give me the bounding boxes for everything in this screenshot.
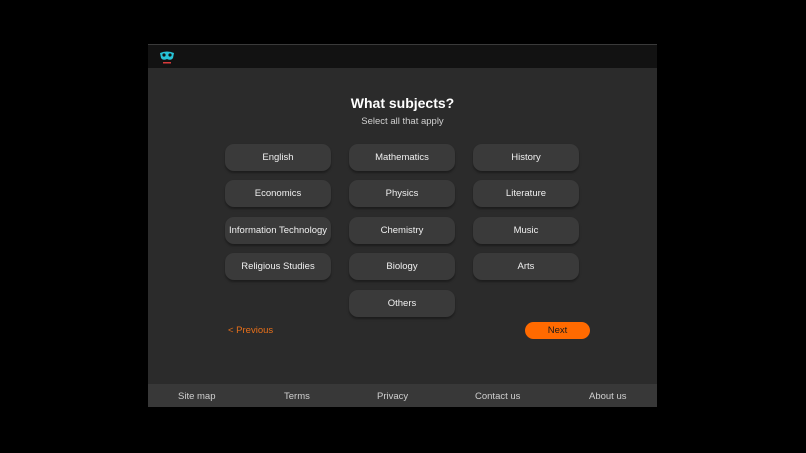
page-title: What subjects?	[350, 95, 455, 111]
subject-chip-music[interactable]: Music	[473, 217, 579, 244]
footer-link-about-us[interactable]: About us	[589, 391, 627, 402]
subject-chip-physics[interactable]: Physics	[349, 180, 455, 207]
subject-chip-history[interactable]: History	[473, 144, 579, 171]
subject-chip-mathematics[interactable]: Mathematics	[349, 144, 455, 171]
subject-chip-biology[interactable]: Biology	[349, 253, 455, 280]
header-bar	[148, 44, 657, 68]
subject-chip-chemistry[interactable]: Chemistry	[349, 217, 455, 244]
subject-chip-religious-studies[interactable]: Religious Studies	[225, 253, 331, 280]
page-subtitle: Select all that apply	[361, 116, 444, 127]
subject-chip-others[interactable]: Others	[349, 290, 455, 317]
footer-bar: Site map Terms Privacy Contact us About …	[148, 384, 657, 407]
subject-chip-literature[interactable]: Literature	[473, 180, 579, 207]
next-button[interactable]: Next	[525, 322, 590, 339]
subject-chip-economics[interactable]: Economics	[225, 180, 331, 207]
subject-chip-arts[interactable]: Arts	[473, 253, 579, 280]
footer-link-privacy[interactable]: Privacy	[377, 391, 408, 402]
footer-link-terms[interactable]: Terms	[284, 391, 310, 402]
subject-chip-information-technology[interactable]: Information Technology	[225, 217, 331, 244]
mask-logo-icon[interactable]	[158, 48, 176, 66]
footer-link-site-map[interactable]: Site map	[178, 391, 216, 402]
subject-selection-panel: What subjects? Select all that apply Eng…	[148, 68, 657, 384]
subject-chip-english[interactable]: English	[225, 144, 331, 171]
footer-link-contact-us[interactable]: Contact us	[475, 391, 520, 402]
app-frame: What subjects? Select all that apply Eng…	[148, 44, 657, 407]
previous-link[interactable]: < Previous	[228, 325, 273, 336]
